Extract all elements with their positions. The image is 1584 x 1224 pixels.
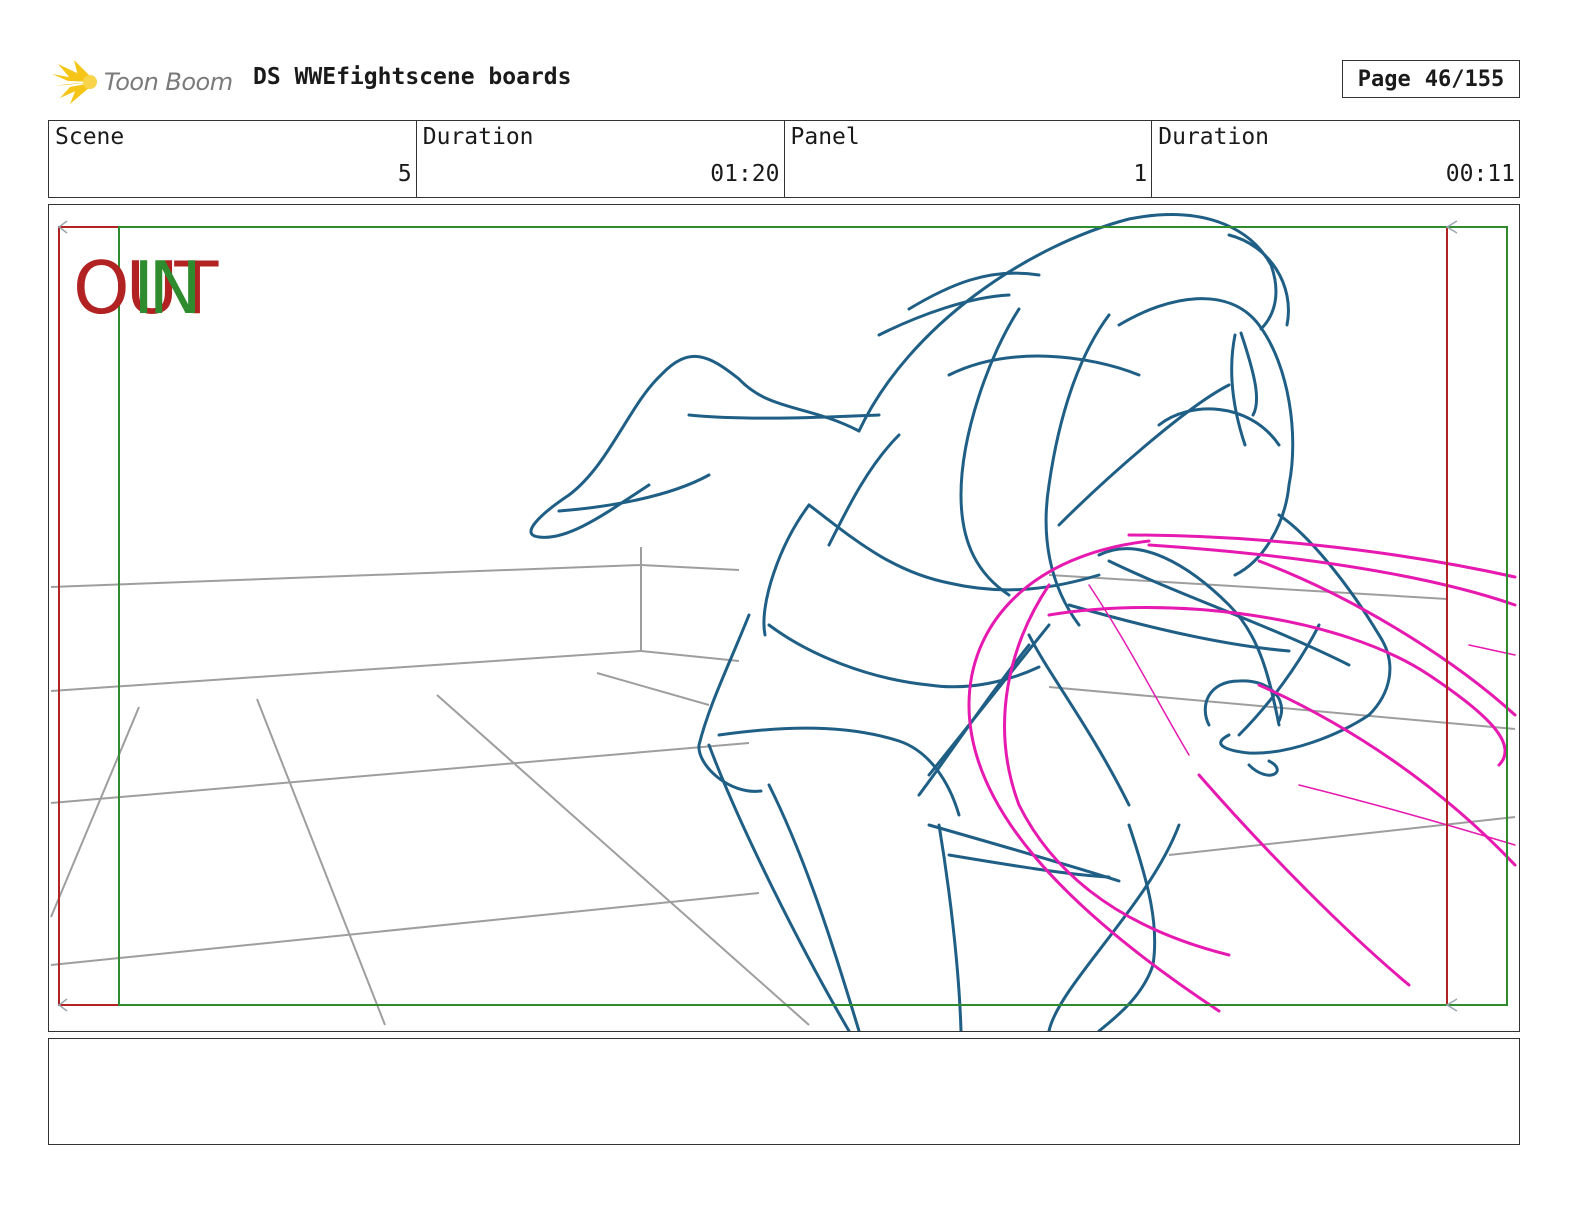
scene-duration-value: 01:20 — [710, 161, 780, 187]
document-title: DS WWEfightscene boards — [253, 64, 572, 90]
star-burst-icon — [52, 60, 97, 104]
toon-boom-logo: Toon Boom — [48, 56, 248, 108]
scene-duration-label: Duration — [422, 124, 534, 150]
scene-label: Scene — [55, 124, 125, 150]
panel-label: Panel — [790, 124, 860, 150]
scene-value: 5 — [397, 161, 412, 187]
in-label: IN — [133, 246, 196, 330]
panel-info-row: Scene 5 Duration 01:20 Panel 1 Duration … — [48, 120, 1520, 198]
character-sketch — [529, 213, 1392, 1031]
ring-set-lines — [50, 547, 1516, 1026]
storyboard-panel-image: OUT IN — [48, 204, 1520, 1032]
logo-text: Toon Boom — [104, 68, 233, 96]
scene-cell: Scene 5 — [49, 121, 417, 197]
panel-drawing: OUT IN — [50, 213, 1517, 1031]
panel-duration-value: 00:11 — [1445, 161, 1515, 187]
panel-duration-cell: Duration 00:11 — [1152, 121, 1519, 197]
page-indicator: Page 46/155 — [1342, 60, 1520, 98]
page-number: 46/155 — [1424, 66, 1505, 92]
page-header: Toon Boom DS WWEfightscene boards Page 4… — [48, 52, 1520, 108]
panel-cell: Panel 1 — [785, 121, 1153, 197]
motion-lines — [967, 533, 1517, 1013]
page-label: Page — [1357, 66, 1411, 92]
panel-duration-label: Duration — [1158, 124, 1270, 150]
scene-duration-cell: Duration 01:20 — [417, 121, 785, 197]
panel-notes-box — [48, 1038, 1520, 1145]
panel-value: 1 — [1133, 161, 1148, 187]
